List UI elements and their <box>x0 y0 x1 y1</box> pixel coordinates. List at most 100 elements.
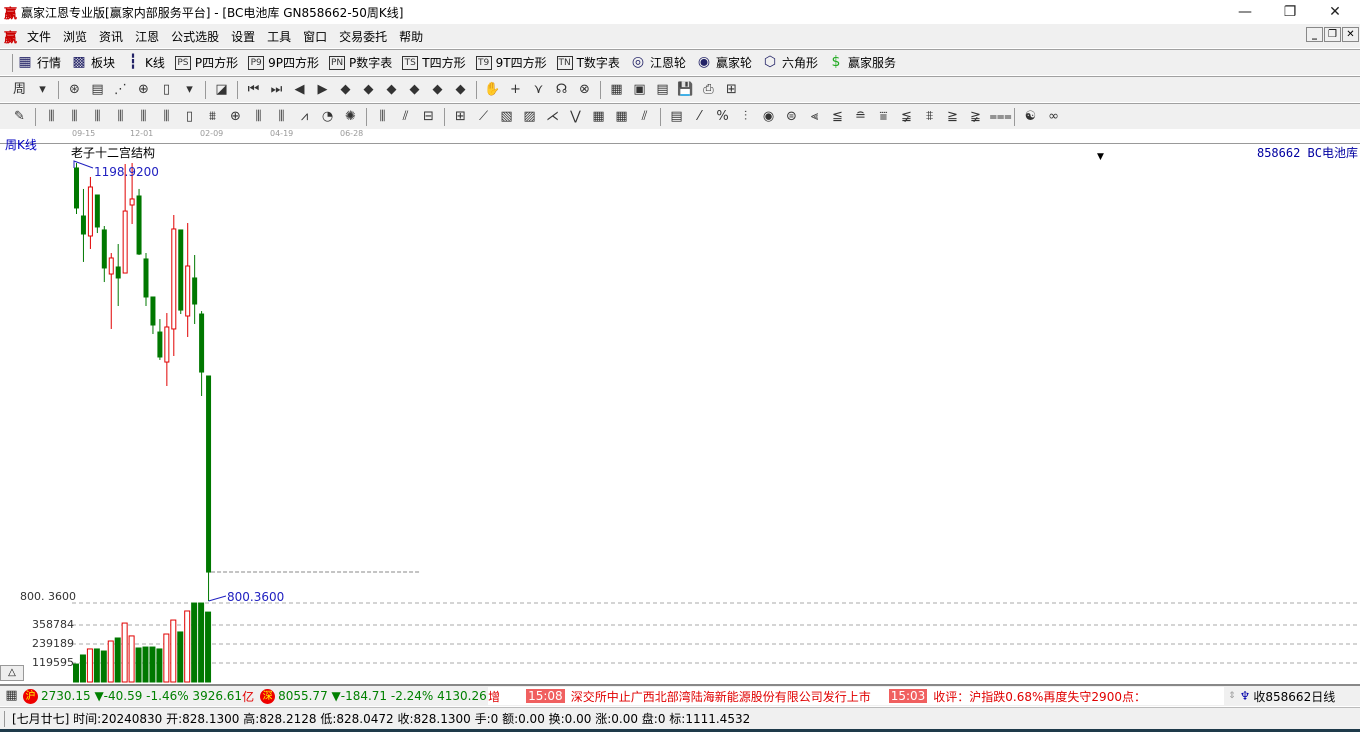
toolbar-button-candles[interactable]: ┇ K线 <box>125 54 165 71</box>
maximize-restore-button[interactable]: ❐ <box>1267 0 1313 24</box>
chart-type-icon[interactable]: ◪ <box>213 82 231 98</box>
fib5-icon[interactable]: ⩨ <box>921 109 939 125</box>
yinyang-icon[interactable]: ☯ <box>1022 109 1040 125</box>
fan-icon[interactable]: ⫼ <box>43 109 61 125</box>
diamond-3-icon[interactable]: ◆ <box>383 82 401 98</box>
toolbar-button-tn[interactable]: TN T数字表 <box>556 54 620 71</box>
calendar-icon[interactable]: ▦ <box>608 82 626 98</box>
scatter-icon[interactable]: ⋰ <box>112 82 130 98</box>
grid2-icon[interactable]: ▦ <box>590 109 608 125</box>
fan5-icon[interactable]: ⫼ <box>135 109 153 125</box>
list-icon[interactable]: ▤ <box>89 82 107 98</box>
dots-icon[interactable]: ⫶ <box>737 109 755 125</box>
grid3-icon[interactable]: ▦ <box>613 109 631 125</box>
toolbar-button-ts[interactable]: TS T四方形 <box>402 54 466 71</box>
zoom-icon[interactable]: ⊕ <box>135 82 153 98</box>
diamond-6-icon[interactable]: ◆ <box>452 82 470 98</box>
infinity-icon[interactable]: ∞ <box>1045 109 1063 125</box>
fan4-icon[interactable]: ⫼ <box>112 109 130 125</box>
toolbar-button-big-wheel[interactable]: ◉ 赢家轮 <box>696 54 752 71</box>
v-icon[interactable]: ⋁ <box>567 109 585 125</box>
toolbar-button-grid[interactable]: ▦ 行情 <box>17 54 61 71</box>
grid-icon[interactable]: ⊞ <box>452 109 470 125</box>
mdi-close-button[interactable]: ✕ <box>1342 27 1359 42</box>
menu-item[interactable]: 江恩 <box>129 28 165 45</box>
fan6-icon[interactable]: ⫼ <box>158 109 176 125</box>
pie-icon[interactable]: ◔ <box>319 109 337 125</box>
toolbar-button-hexagon[interactable]: ⬡ 六角形 <box>762 54 818 71</box>
lines-icon[interactable]: ⫷ <box>806 109 824 125</box>
next-icon[interactable]: ▶ <box>314 82 332 98</box>
news-item[interactable]: 收评：沪指跌0.68%再度失守2900点： <box>933 688 1146 705</box>
collapse-button[interactable]: △ <box>0 665 24 681</box>
gann-icon[interactable]: ☊ <box>553 82 571 98</box>
rect-icon[interactable]: ▯ <box>181 109 199 125</box>
menu-item[interactable]: 文件 <box>21 28 57 45</box>
close-button[interactable]: ✕ <box>1312 0 1358 24</box>
fan8-icon[interactable]: ⫼ <box>273 109 291 125</box>
star-icon[interactable]: ✺ <box>342 109 360 125</box>
compare-icon[interactable]: ⊛ <box>66 82 84 98</box>
diamond-2-icon[interactable]: ◆ <box>360 82 378 98</box>
table-icon[interactable]: ▤ <box>654 82 672 98</box>
fib6-icon[interactable]: ≧ <box>944 109 962 125</box>
toolbar-button-t9[interactable]: T9 9T四方形 <box>475 54 547 71</box>
box-icon[interactable]: ⊟ <box>420 109 438 125</box>
app-menu-icon[interactable]: 赢 <box>4 27 17 46</box>
fill2-icon[interactable]: ▨ <box>521 109 539 125</box>
fill-icon[interactable]: ▧ <box>498 109 516 125</box>
menu-item[interactable]: 浏览 <box>57 28 93 45</box>
channel-icon[interactable]: ⫽ <box>636 109 654 125</box>
cross-icon[interactable]: ⋌ <box>544 109 562 125</box>
mdi-minimize-button[interactable]: _ <box>1306 27 1323 42</box>
export-icon[interactable]: ⊞ <box>723 82 741 98</box>
dropdown-icon[interactable]: ▾ <box>34 82 52 98</box>
ruler-icon[interactable]: ⫼ <box>374 109 392 125</box>
fan2-icon[interactable]: ⫼ <box>66 109 84 125</box>
print-icon[interactable]: ⎙ <box>700 82 718 98</box>
trend-icon[interactable]: ⟋ <box>475 109 493 125</box>
news-item[interactable]: 深交所中止广西北部湾陆海新能源股份有限公司发行上市 <box>571 688 871 705</box>
fib1-icon[interactable]: ≦ <box>829 109 847 125</box>
fib7-icon[interactable]: ≩ <box>967 109 985 125</box>
first-icon[interactable]: ⏮ <box>245 82 263 98</box>
toolbar-button-dollar[interactable]: $ 赢家服务 <box>828 54 896 71</box>
slash-icon[interactable]: ⁄ <box>691 109 709 125</box>
menu-item[interactable]: 工具 <box>261 28 297 45</box>
window-icon[interactable]: ▣ <box>631 82 649 98</box>
minimize-button[interactable]: — <box>1222 0 1268 24</box>
toolbar-button-blocks[interactable]: ▩ 板块 <box>71 54 115 71</box>
diamond-1-icon[interactable]: ◆ <box>337 82 355 98</box>
diamond-5-icon[interactable]: ◆ <box>429 82 447 98</box>
ring-icon[interactable]: ◉ <box>760 109 778 125</box>
fib2-icon[interactable]: ≘ <box>852 109 870 125</box>
toolbar-button-ps[interactable]: PS P四方形 <box>174 54 238 71</box>
prev-icon[interactable]: ◀ <box>291 82 309 98</box>
diamond-4-icon[interactable]: ◆ <box>406 82 424 98</box>
fib4-icon[interactable]: ≨ <box>898 109 916 125</box>
fib8-icon[interactable]: ⩶ <box>990 109 1012 125</box>
period-icon[interactable]: 周 <box>11 82 29 98</box>
circle-icon[interactable]: ⊕ <box>227 109 245 125</box>
dropdown-icon[interactable]: ▾ <box>181 82 199 98</box>
fan3-icon[interactable]: ⫼ <box>89 109 107 125</box>
cursor-icon[interactable]: ▯ <box>158 82 176 98</box>
crosshair-icon[interactable]: + <box>507 82 525 98</box>
mdi-restore-button[interactable]: ❐ <box>1324 27 1341 42</box>
toolbar-button-p9[interactable]: P9 9P四方形 <box>248 54 319 71</box>
percent-icon[interactable]: % <box>714 109 732 125</box>
parallel-icon[interactable]: ⫽ <box>397 109 415 125</box>
save-icon[interactable]: 💾 <box>677 82 695 98</box>
news-ticker[interactable]: 增 15:08 深交所中止广西北部湾陆海新能源股份有限公司发行上市 15:03 … <box>488 687 1225 705</box>
fib3-icon[interactable]: ⩸ <box>875 109 893 125</box>
toolbar-button-gann-wheel[interactable]: ◎ 江恩轮 <box>630 54 686 71</box>
grid-icon[interactable]: ▦ <box>3 688 21 704</box>
menu-item[interactable]: 窗口 <box>297 28 333 45</box>
menu-item[interactable]: 交易委托 <box>333 28 393 45</box>
pencil-icon[interactable]: ✎ <box>11 109 29 125</box>
angle-icon[interactable]: ⩘ <box>296 109 314 125</box>
grip-handle[interactable] <box>4 710 6 727</box>
fan7-icon[interactable]: ⫼ <box>250 109 268 125</box>
grid-icon[interactable]: ⊗ <box>576 82 594 98</box>
line-icon[interactable]: ⋎ <box>530 82 548 98</box>
